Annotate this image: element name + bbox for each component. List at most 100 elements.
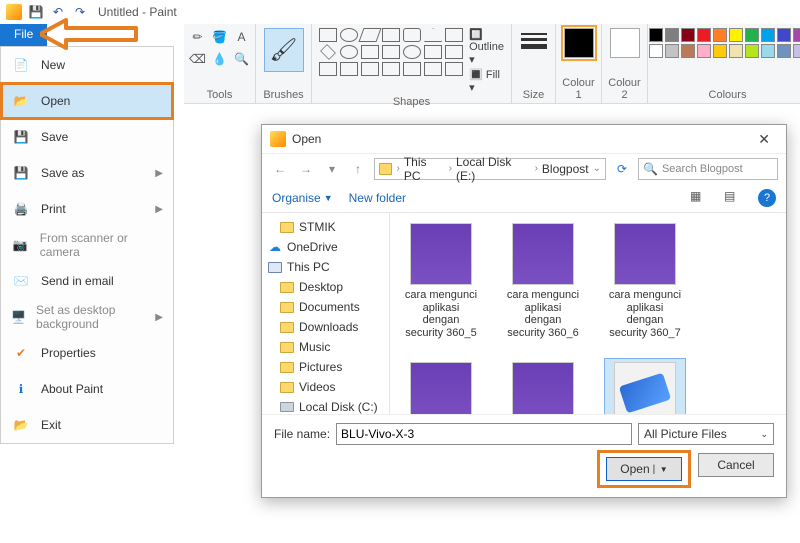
nav-back-icon[interactable]: ←	[270, 159, 290, 179]
menu-email[interactable]: ✉️Send in email	[1, 263, 173, 299]
colour-1-swatch[interactable]	[564, 28, 594, 58]
picker-icon[interactable]: 💧	[211, 50, 229, 68]
file-tab[interactable]: File	[0, 24, 47, 46]
quick-access-toolbar: 💾 ↶ ↷	[28, 4, 88, 20]
shapes-gallery[interactable]	[319, 28, 463, 76]
palette-swatch[interactable]	[665, 44, 679, 58]
bucket-icon[interactable]: 🪣	[211, 28, 229, 46]
palette-swatch[interactable]	[745, 44, 759, 58]
nav-node[interactable]: ☁OneDrive	[262, 237, 389, 257]
menu-properties[interactable]: ✔Properties	[1, 335, 173, 371]
palette-swatch[interactable]	[777, 28, 791, 42]
file-type-filter[interactable]: All Picture Files⌄	[638, 423, 774, 445]
file-item[interactable]: cara mengunci aplikasi dengan security 3…	[502, 358, 584, 414]
new-folder-button[interactable]: New folder	[349, 191, 406, 205]
menu-save[interactable]: 💾Save	[1, 119, 173, 155]
nav-node[interactable]: Videos	[262, 377, 389, 397]
palette-swatch[interactable]	[793, 44, 800, 58]
preview-pane-icon[interactable]: ▤	[724, 189, 742, 207]
group-colour2-label: Colour 2	[608, 77, 640, 101]
nav-forward-icon[interactable]: →	[296, 159, 316, 179]
qat-save-icon[interactable]: 💾	[28, 4, 44, 20]
menu-open[interactable]: 📂Open	[1, 83, 173, 119]
organise-dropdown[interactable]: Organise ▼	[272, 191, 333, 205]
refresh-icon[interactable]: ⟳	[612, 159, 632, 179]
pencil-icon[interactable]: ✏	[189, 28, 207, 46]
palette-swatch[interactable]	[713, 28, 727, 42]
palette-swatch[interactable]	[649, 28, 663, 42]
menu-desktop-bg[interactable]: 🖥️Set as desktop background▶	[1, 299, 173, 335]
breadcrumb-0[interactable]: This PC	[404, 155, 445, 183]
nav-node[interactable]: Music	[262, 337, 389, 357]
breadcrumb-2[interactable]: Blogpost	[542, 162, 589, 176]
file-item[interactable]: cara mengunci aplikasi dengan security 3…	[502, 219, 584, 344]
filename-input[interactable]	[336, 423, 632, 445]
close-icon[interactable]: ✕	[750, 129, 778, 150]
folder-icon	[280, 280, 294, 294]
nav-node[interactable]: This PC	[262, 257, 389, 277]
breadcrumb-1[interactable]: Local Disk (E:)	[456, 155, 531, 183]
colour-2-swatch[interactable]	[610, 28, 640, 58]
nav-recent-icon[interactable]: ▾	[322, 159, 342, 179]
help-icon[interactable]: ?	[758, 189, 776, 207]
nav-node[interactable]: Pictures	[262, 357, 389, 377]
size-dropdown[interactable]	[516, 28, 552, 54]
chevron-down-icon[interactable]: ⌄	[593, 163, 601, 174]
colour-palette[interactable]	[649, 28, 800, 58]
menu-scanner[interactable]: 📷From scanner or camera	[1, 227, 173, 263]
palette-swatch[interactable]	[681, 44, 695, 58]
search-input[interactable]: 🔍 Search Blogpost	[638, 158, 778, 180]
menu-print[interactable]: 🖨️Print▶	[1, 191, 173, 227]
nav-node-label: Music	[299, 340, 330, 354]
open-button[interactable]: Open ▏▼	[606, 457, 682, 481]
nav-node[interactable]: STMIK	[262, 217, 389, 237]
menu-new-label: New	[41, 58, 65, 72]
pc-icon	[268, 260, 282, 274]
palette-swatch[interactable]	[649, 44, 663, 58]
text-icon[interactable]: A	[233, 28, 251, 46]
palette-swatch[interactable]	[729, 28, 743, 42]
qat-undo-icon[interactable]: ↶	[50, 4, 66, 20]
nav-node[interactable]: Local Disk (C:)	[262, 397, 389, 414]
menu-exit[interactable]: 📂Exit	[1, 407, 173, 443]
menu-new[interactable]: 📄New	[1, 47, 173, 83]
file-item[interactable]: BLU-Vivo-X-3	[604, 358, 686, 414]
fill-dropdown[interactable]: 🔳 Fill ▾	[469, 68, 504, 94]
palette-swatch[interactable]	[665, 28, 679, 42]
menu-email-label: Send in email	[41, 274, 114, 288]
nav-node[interactable]: Downloads	[262, 317, 389, 337]
menu-save-as[interactable]: 💾Save as▶	[1, 155, 173, 191]
folder-open-icon: 📂	[11, 91, 31, 111]
zoom-icon[interactable]: 🔍	[233, 50, 251, 68]
file-menu: 📄New 📂Open 💾Save 💾Save as▶ 🖨️Print▶ 📷Fro…	[0, 46, 174, 444]
palette-swatch[interactable]	[745, 28, 759, 42]
palette-swatch[interactable]	[697, 44, 711, 58]
palette-swatch[interactable]	[681, 28, 695, 42]
menu-about-label: About Paint	[41, 382, 103, 396]
palette-swatch[interactable]	[729, 44, 743, 58]
eraser-icon[interactable]: ⌫	[189, 50, 207, 68]
brushes-button[interactable]: 🖌	[264, 28, 304, 72]
file-item[interactable]: cara mengunci aplikasi dengan security 3…	[400, 219, 482, 344]
view-thumbnails-icon[interactable]: ▦	[690, 189, 708, 207]
file-item[interactable]: cara mengunci aplikasi dengan security 3…	[400, 358, 482, 414]
nav-node[interactable]: Desktop	[262, 277, 389, 297]
nav-node-label: STMIK	[299, 220, 336, 234]
file-item[interactable]: cara mengunci aplikasi dengan security 3…	[604, 219, 686, 344]
palette-swatch[interactable]	[761, 44, 775, 58]
address-bar[interactable]: › This PC › Local Disk (E:) › Blogpost ⌄	[374, 158, 606, 180]
outline-dropdown[interactable]: 🔲 Outline ▾	[469, 28, 504, 66]
palette-swatch[interactable]	[761, 28, 775, 42]
check-icon: ✔	[11, 343, 31, 363]
menu-saveas-label: Save as	[41, 166, 84, 180]
palette-swatch[interactable]	[697, 28, 711, 42]
palette-swatch[interactable]	[713, 44, 727, 58]
menu-about[interactable]: ℹAbout Paint	[1, 371, 173, 407]
nav-up-icon[interactable]: ↑	[348, 159, 368, 179]
palette-swatch[interactable]	[793, 28, 800, 42]
menu-print-label: Print	[41, 202, 66, 216]
qat-redo-icon[interactable]: ↷	[72, 4, 88, 20]
nav-node[interactable]: Documents	[262, 297, 389, 317]
palette-swatch[interactable]	[777, 44, 791, 58]
cancel-button[interactable]: Cancel	[698, 453, 774, 477]
